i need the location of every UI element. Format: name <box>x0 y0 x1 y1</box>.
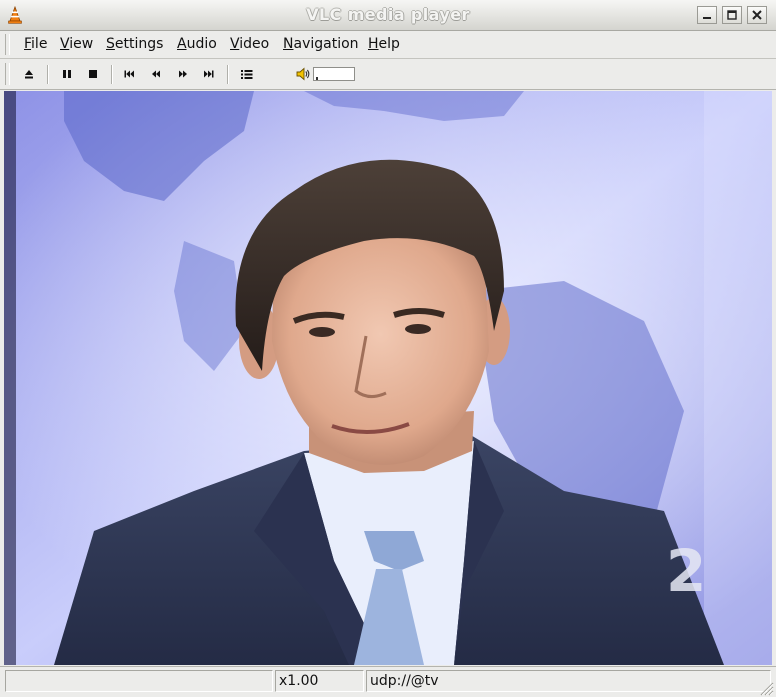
menu-settings[interactable]: Settings <box>106 36 163 52</box>
fast-forward-icon <box>179 70 187 78</box>
toolbar-separator <box>47 65 48 84</box>
fast-forward-button[interactable] <box>174 65 192 83</box>
menu-help[interactable]: Help <box>368 36 400 52</box>
close-icon <box>752 10 762 20</box>
next-button[interactable] <box>199 65 217 83</box>
menu-file[interactable]: File <box>24 36 47 52</box>
toolbar <box>0 59 776 90</box>
vlc-window: VLC media player File View Settings Audi… <box>0 0 776 697</box>
close-button[interactable] <box>747 6 767 24</box>
rewind-icon <box>152 70 160 78</box>
speaker-icon <box>296 67 310 81</box>
toolbar-separator <box>227 65 228 84</box>
title-bar[interactable]: VLC media player <box>0 0 776 31</box>
previous-button[interactable] <box>121 65 139 83</box>
mute-button[interactable] <box>294 65 312 83</box>
playlist-button[interactable] <box>238 65 256 83</box>
eject-button[interactable] <box>20 65 38 83</box>
maximize-icon <box>727 10 737 20</box>
menu-video[interactable]: Video <box>230 36 269 52</box>
maximize-button[interactable] <box>722 6 742 24</box>
menu-audio[interactable]: Audio <box>177 36 217 52</box>
stream-url: udp://@tv <box>366 670 771 692</box>
resize-grip-icon[interactable] <box>758 680 774 696</box>
channel-logo: 2 <box>666 537 706 605</box>
skip-next-icon <box>204 70 214 78</box>
toolbar-handle[interactable] <box>5 63 10 85</box>
window-title: VLC media player <box>306 5 470 24</box>
pause-button[interactable] <box>58 65 76 83</box>
menu-navigation[interactable]: Navigation <box>283 36 359 52</box>
menubar-handle[interactable] <box>5 34 10 55</box>
status-message <box>5 670 273 692</box>
volume-slider[interactable] <box>313 67 355 81</box>
playback-speed: x1.00 <box>275 670 364 692</box>
eject-icon <box>25 70 33 79</box>
stop-icon <box>89 70 97 78</box>
pause-icon <box>63 70 71 78</box>
toolbar-separator <box>111 65 112 84</box>
video-output[interactable]: 2 <box>4 91 772 665</box>
rewind-button[interactable] <box>147 65 165 83</box>
stop-button[interactable] <box>84 65 102 83</box>
playlist-icon <box>241 70 253 79</box>
volume-level-indicator <box>316 77 318 80</box>
status-bar: x1.00 udp://@tv <box>0 666 776 697</box>
minimize-icon <box>703 17 711 19</box>
video-frame: 2 <box>4 91 772 665</box>
skip-previous-icon <box>124 70 134 78</box>
menu-bar: File View Settings Audio Video Navigatio… <box>0 31 776 59</box>
minimize-button[interactable] <box>697 6 717 24</box>
menu-view[interactable]: View <box>60 36 93 52</box>
